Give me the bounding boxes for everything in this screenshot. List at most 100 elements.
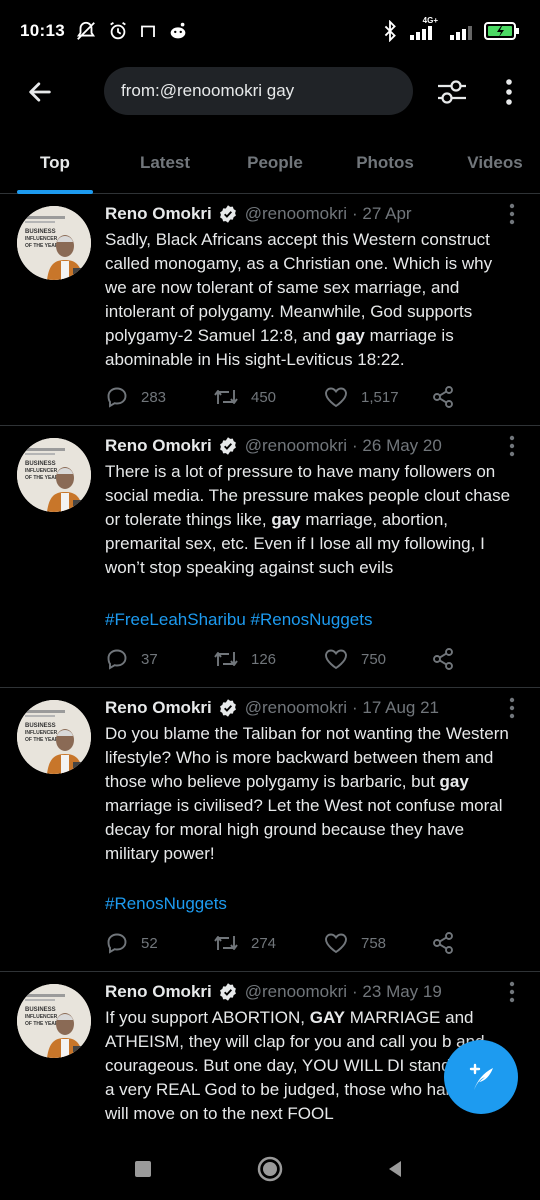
share-button[interactable] xyxy=(431,928,455,958)
status-time: 10:13 xyxy=(20,21,65,40)
avatar-image: BUSINESS INFLUENCER OF THE YEAR xyxy=(17,206,91,280)
tweet-more-button[interactable] xyxy=(506,434,518,458)
retweet-icon xyxy=(214,936,238,950)
tweet-hashtags[interactable]: #RenosNuggets xyxy=(105,894,227,914)
avatar-text-line-2: INFLUENCER xyxy=(25,236,58,242)
circle-icon xyxy=(257,1156,283,1182)
reply-icon xyxy=(107,387,127,408)
tweet-handle[interactable]: @renoomokri xyxy=(245,982,347,1002)
tweet-handle[interactable]: @renoomokri xyxy=(245,436,347,456)
retweet-count: 450 xyxy=(251,388,277,406)
battery-icon xyxy=(484,20,520,42)
avatar-image: BUSINESS INFLUENCER OF THE YEAR xyxy=(17,984,91,1058)
tab-label: Videos xyxy=(467,153,523,172)
tab-videos[interactable]: Videos xyxy=(450,134,540,192)
like-button[interactable]: 758 xyxy=(323,928,386,958)
avatar[interactable]: BUSINESS INFLUENCER OF THE YEAR xyxy=(17,984,91,1058)
avatar[interactable]: BUSINESS INFLUENCER OF THE YEAR xyxy=(17,206,91,280)
tweet-text: There is a lot of pressure to have many … xyxy=(105,460,517,580)
reply-icon xyxy=(107,649,127,670)
avatar[interactable]: BUSINESS INFLUENCER OF THE YEAR xyxy=(17,438,91,512)
tab-label: People xyxy=(247,153,303,172)
tweet-more-button[interactable] xyxy=(506,980,518,1004)
heart-icon xyxy=(325,387,347,408)
search-highlight: gay xyxy=(439,772,469,791)
verified-badge-icon xyxy=(219,437,236,455)
tweet[interactable]: BUSINESS INFLUENCER OF THE YEAR Reno Omo… xyxy=(0,194,540,426)
like-button[interactable]: 1,517 xyxy=(323,382,399,412)
avatar-image: BUSINESS INFLUENCER OF THE YEAR xyxy=(17,700,91,774)
tab-latest[interactable]: Latest xyxy=(120,134,210,192)
signal-icon xyxy=(448,20,474,42)
tweet[interactable]: BUSINESS INFLUENCER OF THE YEAR Reno Omo… xyxy=(0,426,540,688)
share-icon xyxy=(433,932,453,954)
avatar-text-line-1: BUSINESS xyxy=(25,723,56,729)
triangle-back-icon xyxy=(389,1161,401,1177)
tweet-author-name[interactable]: Reno Omokri xyxy=(105,436,212,456)
tweet-more-button[interactable] xyxy=(506,202,518,226)
tweet-actions: 283 450 1,517 xyxy=(105,382,465,412)
tweet-author-name[interactable]: Reno Omokri xyxy=(105,204,212,224)
verified-badge xyxy=(218,982,238,1002)
tweet-actions: 37 126 750 xyxy=(105,644,465,674)
more-vertical-icon xyxy=(509,435,515,457)
tweet-actions: 52 274 758 xyxy=(105,928,465,958)
reply-button[interactable]: 283 xyxy=(105,382,166,412)
tweet-date: · 27 Apr xyxy=(352,204,412,223)
overflow-menu-button[interactable] xyxy=(494,72,524,112)
verified-badge-icon xyxy=(219,699,236,717)
retweet-button[interactable]: 126 xyxy=(213,644,276,674)
cast-icon xyxy=(139,22,157,40)
retweet-button[interactable]: 450 xyxy=(213,382,276,412)
alarm-icon xyxy=(107,20,129,42)
reply-count: 283 xyxy=(141,388,167,406)
avatar-text-line-3: OF THE YEAR xyxy=(25,243,59,249)
tweet[interactable]: BUSINESS INFLUENCER OF THE YEAR Reno Omo… xyxy=(0,688,540,972)
verified-badge-icon xyxy=(219,205,236,223)
share-button[interactable] xyxy=(431,644,455,674)
tweet-date: · 26 May 20 xyxy=(352,436,442,455)
verified-badge xyxy=(218,436,238,456)
avatar-text-line-1: BUSINESS xyxy=(25,229,56,235)
tweet-handle[interactable]: @renoomokri xyxy=(245,204,347,224)
reply-button[interactable]: 37 xyxy=(105,644,158,674)
tweet-header: Reno Omokri @renoomokri · 27 Apr xyxy=(105,204,412,224)
retweet-count: 126 xyxy=(251,650,277,668)
reply-icon xyxy=(107,933,127,954)
retweet-button[interactable]: 274 xyxy=(213,928,276,958)
signal-4g-icon: 4G+ xyxy=(408,16,438,42)
reply-button[interactable]: 52 xyxy=(105,928,158,958)
like-button[interactable]: 750 xyxy=(323,644,386,674)
recents-button[interactable] xyxy=(128,1154,158,1184)
search-input[interactable]: from:@renoomokri gay xyxy=(104,67,413,115)
home-button[interactable] xyxy=(255,1154,285,1184)
tweet-text-part: If you support ABORTION, xyxy=(105,1008,310,1027)
like-count: 758 xyxy=(361,934,387,952)
tweet-more-button[interactable] xyxy=(506,696,518,720)
tab-photos[interactable]: Photos xyxy=(340,134,430,192)
tweet-hashtags[interactable]: #FreeLeahSharibu #RenosNuggets xyxy=(105,610,372,630)
back-button[interactable] xyxy=(20,72,60,112)
share-icon xyxy=(433,648,453,670)
tweet-author-name[interactable]: Reno Omokri xyxy=(105,698,212,718)
search-header: from:@renoomokri gay xyxy=(0,62,540,122)
square-icon xyxy=(135,1161,151,1177)
tab-top[interactable]: Top xyxy=(15,134,95,192)
heart-icon xyxy=(325,649,347,670)
compose-tweet-button[interactable] xyxy=(444,1040,518,1114)
avatar-text-line-3: OF THE YEAR xyxy=(25,1021,59,1027)
back-nav-button[interactable] xyxy=(380,1154,410,1184)
tweet-handle[interactable]: @renoomokri xyxy=(245,698,347,718)
bluetooth-icon xyxy=(382,20,398,42)
reply-count: 52 xyxy=(141,934,158,952)
search-query-text: from:@renoomokri gay xyxy=(121,81,295,100)
share-button[interactable] xyxy=(431,382,455,412)
search-filters-button[interactable] xyxy=(432,72,472,112)
tab-people[interactable]: People xyxy=(230,134,320,192)
status-bar: 10:13 4G+ xyxy=(0,0,540,62)
search-tabs: Top Latest People Photos Videos xyxy=(0,134,540,194)
avatar[interactable]: BUSINESS INFLUENCER OF THE YEAR xyxy=(17,700,91,774)
more-vertical-icon xyxy=(506,79,512,105)
like-count: 750 xyxy=(361,650,387,668)
tweet-author-name[interactable]: Reno Omokri xyxy=(105,982,212,1002)
